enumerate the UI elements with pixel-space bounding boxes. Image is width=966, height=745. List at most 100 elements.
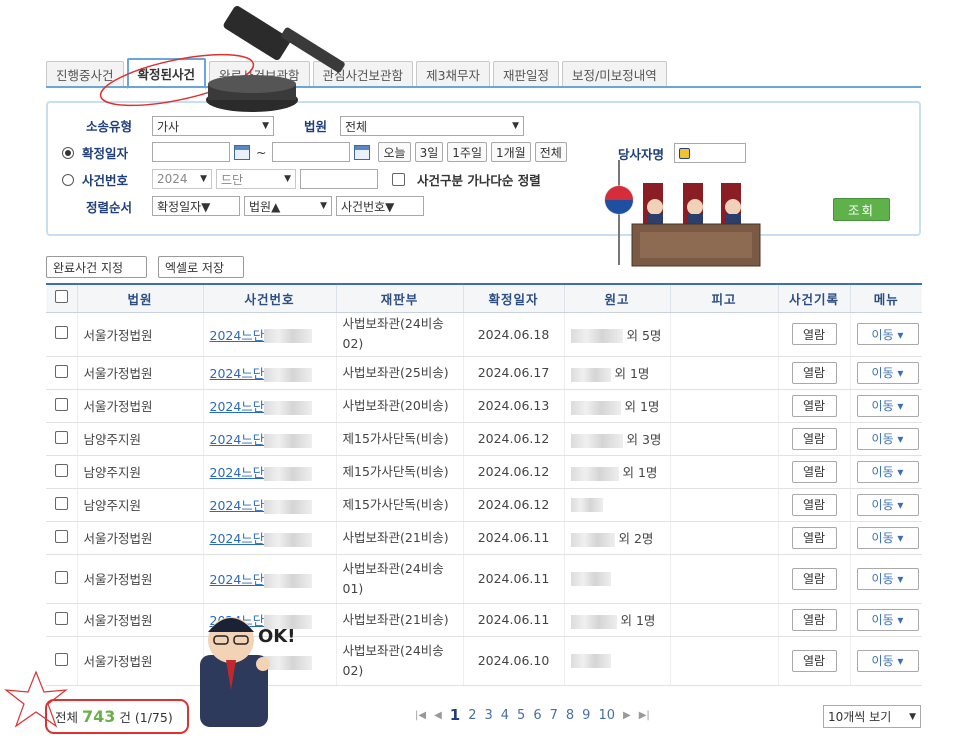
sort-checkbox[interactable]	[392, 172, 405, 186]
date-to-input[interactable]	[272, 142, 351, 162]
case-number-link[interactable]: 2024느단	[210, 328, 265, 343]
total-suffix: 건 (1/75)	[119, 709, 173, 725]
page-link[interactable]: 1	[446, 706, 464, 724]
quick-1week-button[interactable]: 1주일	[447, 142, 487, 162]
tab-5[interactable]: 제3채무자	[416, 61, 491, 87]
case-number-link[interactable]: 2024느단	[210, 498, 265, 513]
next-page-icon[interactable]: ▶	[619, 710, 635, 721]
quick-all-button[interactable]: 전체	[534, 142, 567, 162]
page-link[interactable]: 3	[480, 708, 496, 723]
row-checkbox[interactable]	[54, 397, 68, 411]
page-link[interactable]: 7	[546, 708, 562, 723]
view-record-button[interactable]: 열람	[791, 323, 837, 345]
confirm-date-label: 확정일자	[82, 146, 129, 161]
case-number-link[interactable]: 2024느단	[210, 432, 265, 447]
tab-bar: 진행중사건 확정된사건 완료사건보관함 관심사건보관함 제3채무자 재판일정 보정/미보정내…	[46, 58, 667, 89]
tab-4[interactable]: 관심사건보관함	[312, 61, 414, 87]
case-number-link[interactable]: 2024느단	[210, 654, 265, 669]
case-number-link[interactable]: 2024느단	[210, 399, 265, 414]
move-menu-button[interactable]: 이동 ▾	[856, 394, 919, 417]
view-record-button[interactable]: 열람	[791, 460, 837, 483]
row-checkbox[interactable]	[54, 496, 68, 510]
page-link[interactable]: 5	[513, 708, 529, 723]
case-number-link[interactable]: 2024느단	[210, 572, 265, 587]
redacted-block	[264, 367, 313, 382]
view-record-button[interactable]: 열람	[791, 608, 837, 631]
row-checkbox[interactable]	[54, 326, 68, 339]
tab-1[interactable]: 진행중사건	[46, 61, 124, 87]
table-row: 서울가정법원 2024느단 사법보좌관(21비송) 2024.06.11 외 2명 열람 이…	[46, 521, 922, 555]
row-checkbox[interactable]	[54, 364, 68, 378]
case-number-link[interactable]: 2024느단	[210, 366, 265, 381]
case-kind-select[interactable]: 드단 ▼	[216, 169, 296, 189]
quick-3days-button[interactable]: 3일	[414, 142, 444, 162]
save-excel-button[interactable]: 엑셀로 저장	[158, 256, 244, 278]
confirm-date-radio[interactable]	[62, 146, 74, 159]
view-record-button[interactable]: 열람	[791, 394, 837, 417]
case-number-link[interactable]: 2024느단	[210, 531, 265, 546]
row-checkbox[interactable]	[54, 529, 68, 543]
case-number-radio[interactable]	[62, 173, 74, 186]
order3-select[interactable]: 사건번호▼	[336, 196, 424, 216]
redacted-block	[570, 572, 611, 587]
row-checkbox[interactable]	[54, 430, 68, 444]
case-number-link[interactable]: 2024느단	[210, 465, 265, 480]
search-button[interactable]: 조회	[833, 198, 890, 221]
court-select[interactable]: 전체 ▼	[340, 116, 524, 136]
page-link[interactable]: 10	[594, 708, 619, 723]
row-checkbox[interactable]	[54, 611, 68, 625]
page-link[interactable]: 8	[562, 708, 578, 723]
page-link[interactable]: 4	[497, 708, 513, 723]
quick-1month-button[interactable]: 1개월	[490, 142, 531, 162]
quick-today-button[interactable]: 오늘	[378, 142, 411, 162]
defendant-cell	[669, 636, 778, 686]
prev-page-icon[interactable]: ◀	[430, 710, 446, 721]
tab-6[interactable]: 재판일정	[493, 61, 560, 87]
view-record-button[interactable]: 열람	[791, 567, 837, 590]
case-type-select[interactable]: 가사 ▼	[152, 116, 274, 136]
move-menu-button[interactable]: 이동 ▾	[856, 427, 919, 450]
tab-7[interactable]: 보정/미보정내역	[562, 61, 667, 87]
date-from-input[interactable]	[152, 142, 230, 162]
row-checkbox[interactable]	[54, 652, 68, 666]
case-number-cell: 2024느단	[202, 554, 336, 604]
page-link[interactable]: 2	[464, 708, 480, 723]
party-name-input[interactable]	[674, 143, 747, 163]
view-record-button[interactable]: 열람	[791, 493, 837, 516]
first-page-icon[interactable]: |◀	[411, 710, 430, 721]
court-cell: 남양주지원	[76, 455, 203, 489]
select-all-checkbox[interactable]	[54, 290, 68, 304]
row-select-cell	[46, 554, 77, 604]
move-menu-button[interactable]: 이동 ▾	[856, 608, 919, 631]
case-serial-input[interactable]	[300, 169, 378, 189]
view-record-button[interactable]: 열람	[791, 649, 837, 672]
calendar-icon[interactable]	[354, 144, 371, 160]
calendar-icon[interactable]	[234, 144, 250, 160]
row-checkbox[interactable]	[54, 463, 68, 477]
move-menu-button[interactable]: 이동 ▾	[856, 526, 919, 549]
year-select[interactable]: 2024 ▼	[152, 169, 212, 189]
move-menu-button[interactable]: 이동 ▾	[856, 649, 919, 672]
move-menu-button[interactable]: 이동 ▾	[856, 323, 919, 345]
department-cell: 제15가사단독(비송)	[335, 422, 463, 456]
tab-3[interactable]: 완료사건보관함	[209, 61, 310, 87]
move-menu-button[interactable]: 이동 ▾	[856, 567, 919, 590]
page-link[interactable]: 9	[578, 708, 594, 723]
order2-select[interactable]: 법원▲ ▼	[244, 196, 332, 216]
view-record-button[interactable]: 열람	[791, 526, 837, 549]
last-page-icon[interactable]: ▶|	[635, 710, 654, 721]
move-menu-button[interactable]: 이동 ▾	[856, 460, 919, 483]
move-menu-button[interactable]: 이동 ▾	[856, 361, 919, 384]
tab-2[interactable]: 확정된사건	[126, 58, 207, 89]
table-row: 남양주지원 2024느단 제15가사단독(비송) 2024.06.12 외 3명 열람 이동…	[46, 422, 922, 456]
view-record-button[interactable]: 열람	[791, 427, 837, 450]
move-menu-button[interactable]: 이동 ▾	[856, 493, 919, 516]
view-record-button[interactable]: 열람	[791, 361, 837, 384]
per-page-select[interactable]: 10개씩 보기 ▼	[823, 705, 921, 728]
case-number-link[interactable]: 2024느단	[210, 613, 265, 628]
row-checkbox[interactable]	[54, 570, 68, 584]
page-link[interactable]: 6	[529, 708, 545, 723]
mark-complete-button[interactable]: 완료사건 지정	[46, 256, 147, 278]
department-cell: 사법보좌관(25비송)	[335, 356, 463, 390]
order1-select[interactable]: 확정일자▼	[152, 196, 240, 216]
